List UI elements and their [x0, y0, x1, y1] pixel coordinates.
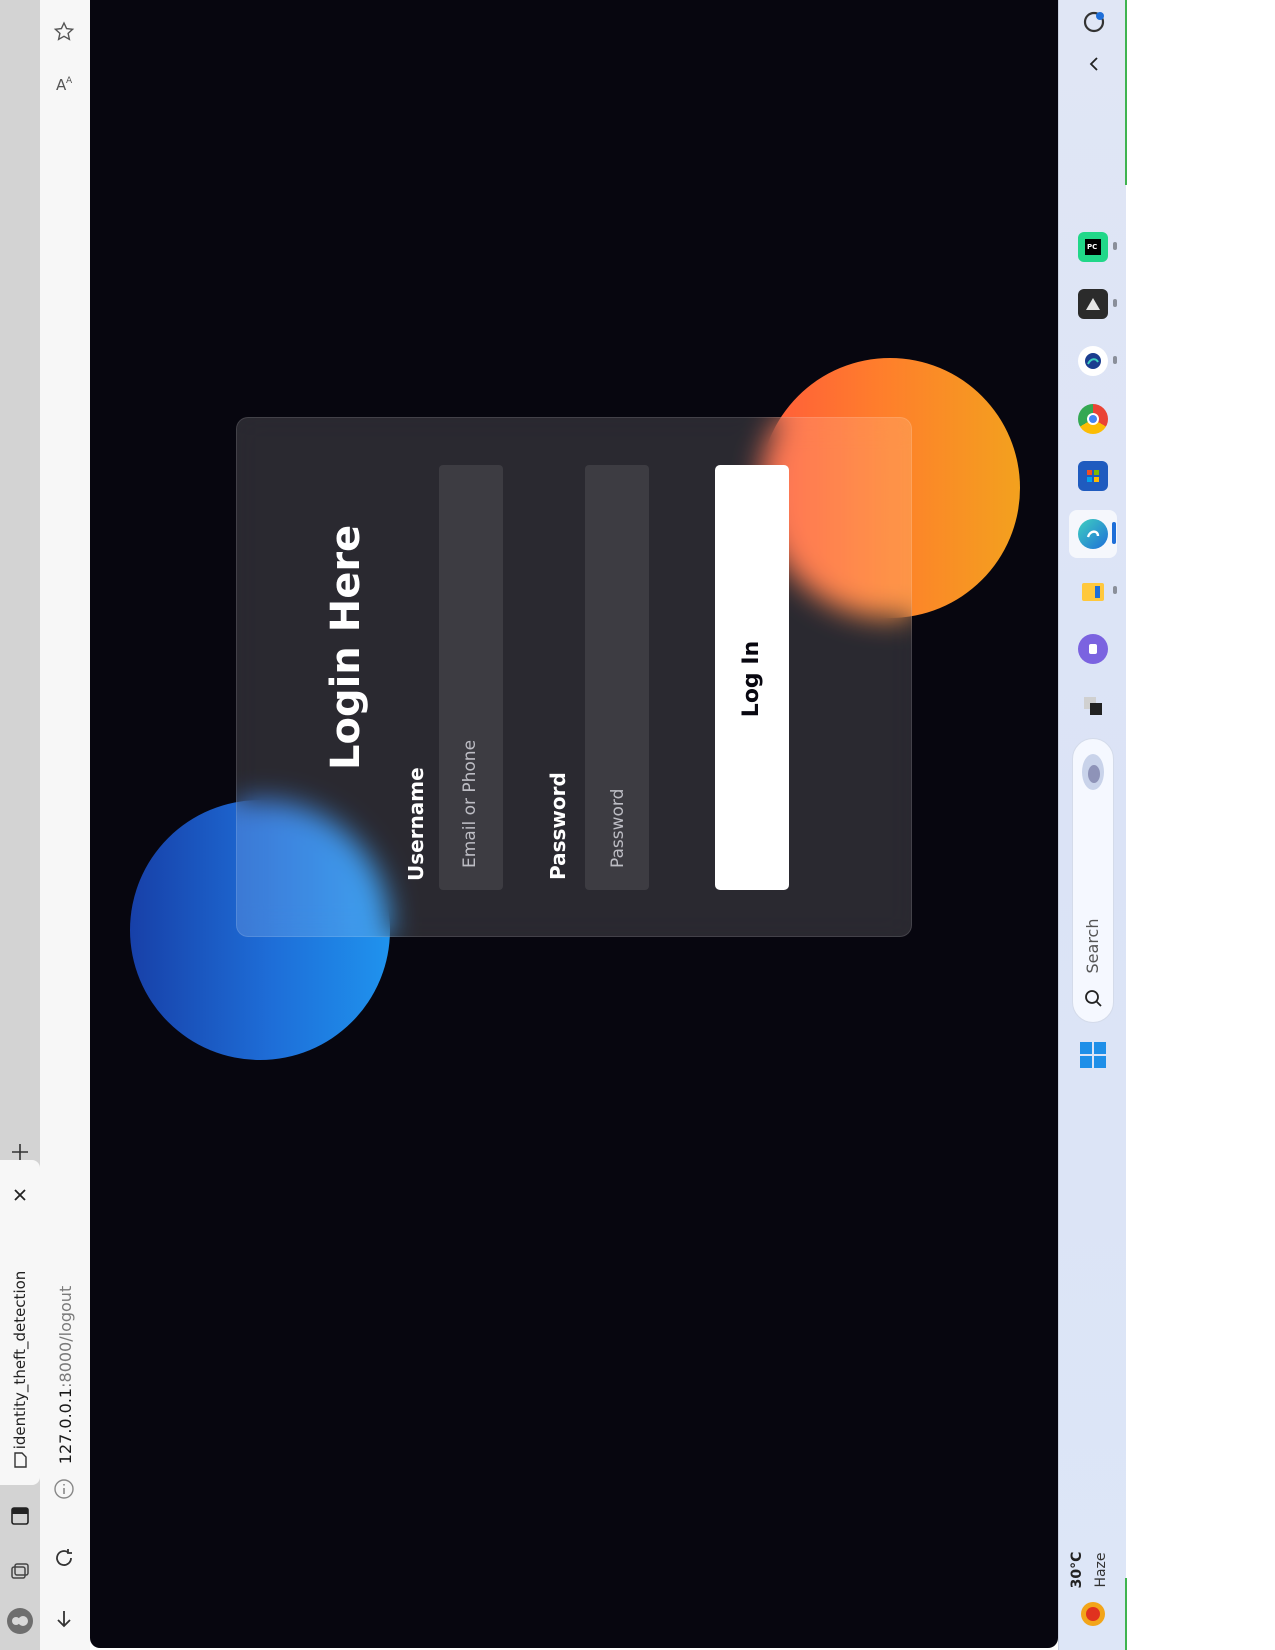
edge-dev-icon[interactable] [1078, 346, 1108, 376]
vertical-tabs-icon[interactable] [6, 1502, 34, 1530]
chrome-icon[interactable] [1078, 404, 1108, 434]
taskbar-accent-bottom [1125, 1578, 1127, 1650]
edge-active-indicator [1112, 522, 1116, 544]
url-path: :8000/logout [56, 1285, 75, 1388]
close-tab-icon[interactable] [8, 1183, 32, 1207]
search-icon [1080, 985, 1106, 1011]
url-field[interactable]: 127.0.0.1:8000/logout [55, 1225, 77, 1525]
weather-temperature[interactable]: 30°C [1068, 1545, 1086, 1595]
taskbar-accent-top [1125, 0, 1127, 185]
edge-icon[interactable] [1078, 519, 1108, 549]
pycharm-running-dot [1113, 242, 1117, 250]
username-placeholder: Email or Phone [460, 739, 480, 868]
pycharm-icon[interactable]: PC [1078, 232, 1108, 262]
profile-avatar[interactable] [4, 1605, 36, 1637]
start-windows-icon[interactable] [1076, 1038, 1110, 1072]
refresh-icon[interactable] [48, 1542, 80, 1574]
svg-text:A: A [66, 76, 73, 86]
weather-icon[interactable] [1076, 1597, 1110, 1631]
file-explorer-icon[interactable] [1078, 576, 1108, 606]
explorer-running-dot [1113, 586, 1117, 594]
tab-actions-icon[interactable] [6, 1558, 34, 1586]
tab-title: identity_theft_detection [11, 1270, 29, 1450]
tab-strip: identity_theft_detection [0, 0, 40, 1650]
app-running-dot [1113, 299, 1117, 307]
page-viewport [90, 0, 1058, 1648]
password-label: Password [546, 772, 570, 880]
url-host: 127.0.0.1 [56, 1387, 75, 1465]
app-icon-dark[interactable] [1078, 289, 1108, 319]
new-tab-icon[interactable] [6, 1138, 34, 1166]
favorite-star-icon[interactable] [50, 18, 78, 46]
read-aloud-icon[interactable]: AA [50, 70, 78, 98]
edge-dev-running-dot [1113, 356, 1117, 364]
search-label: Search [1083, 918, 1102, 974]
svg-text:PC: PC [1087, 243, 1097, 251]
chevron-left-icon[interactable] [1080, 50, 1108, 78]
task-view-icon[interactable] [1078, 691, 1108, 721]
username-label: Username [404, 767, 428, 881]
store-icon[interactable] [1078, 461, 1108, 491]
weather-condition[interactable]: Haze [1092, 1545, 1110, 1595]
password-placeholder: Password [608, 788, 628, 868]
downloads-icon[interactable] [48, 1602, 80, 1634]
search-widget-image [1077, 748, 1109, 796]
copilot-app-icon[interactable] [1078, 634, 1108, 664]
copilot-icon[interactable] [1080, 8, 1108, 36]
login-button-label: Log In [739, 640, 764, 718]
login-title: Login Here [323, 524, 369, 770]
